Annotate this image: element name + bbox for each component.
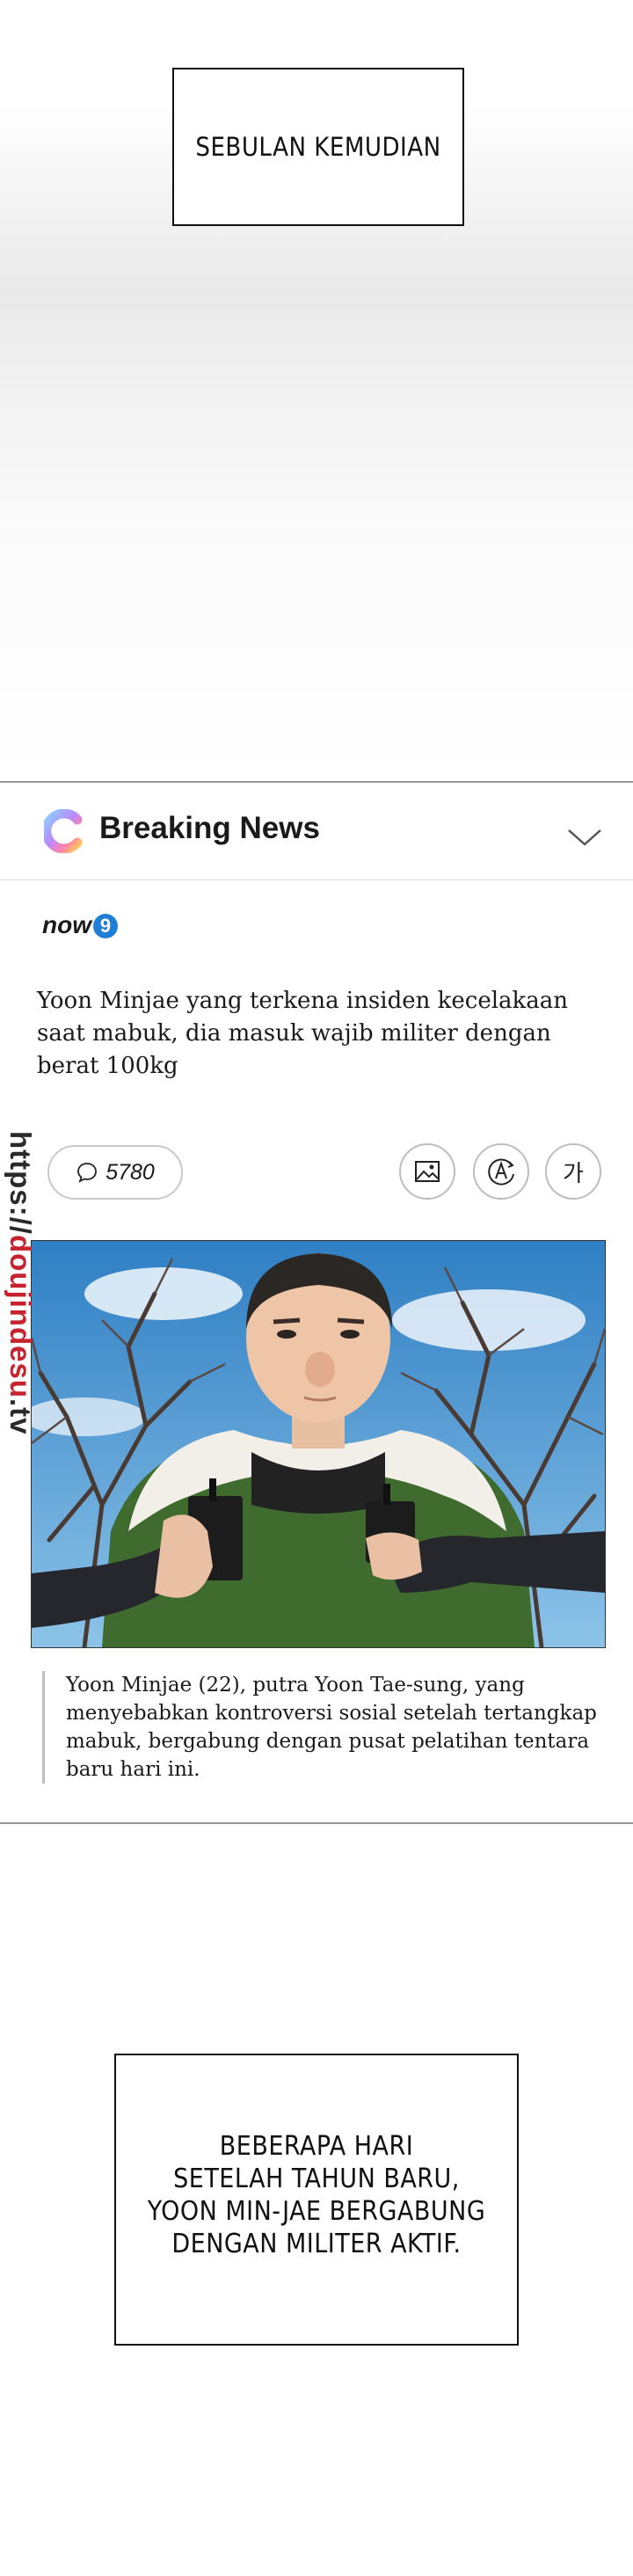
source-logo: now 9 [42,911,118,939]
news-headline: Yoon Minjae yang terkena insiden kecelak… [37,988,569,1079]
comment-button[interactable]: 5780 [47,1145,183,1200]
watermark-suffix: .tv [4,1397,37,1435]
watermark-prefix: https:// [4,1131,37,1235]
news-header: Breaking News [0,783,633,880]
c-logo-icon [44,809,83,853]
source-name: now [42,911,91,938]
source-badge: 9 [93,914,118,938]
news-app-title: Breaking News [99,811,320,845]
language-button-label: 가 [563,1160,584,1187]
language-button[interactable]: 가 [545,1143,601,1200]
comment-icon [77,1163,98,1183]
image-icon [415,1161,440,1182]
news-card: Breaking News now 9 Yoon Minjae yang terk… [0,781,633,1824]
font-size-icon [488,1158,514,1186]
font-size-button[interactable] [473,1143,529,1200]
caption-box-bottom: BEBERAPA HARI SETELAH TAHUN BARU, YOON M… [114,2054,519,2346]
news-photo-illustration [32,1241,605,1647]
site-watermark: https://doujindesu.tv [4,1131,37,1448]
image-view-button[interactable] [399,1143,455,1200]
caption-text-bottom: BEBERAPA HARI SETELAH TAHUN BARU, YOON M… [147,2131,486,2259]
comment-count: 5780 [106,1159,155,1185]
caption-text-top: SEBULAN KEMUDIAN [195,132,441,162]
chevron-down-icon[interactable] [566,827,603,848]
watermark-accent: doujindesu [4,1234,37,1398]
photo-caption: Yoon Minjae (22), putra Yoon Tae-sung, y… [42,1671,614,1784]
caption-box-top: SEBULAN KEMUDIAN [172,68,464,226]
news-photo [31,1240,606,1648]
